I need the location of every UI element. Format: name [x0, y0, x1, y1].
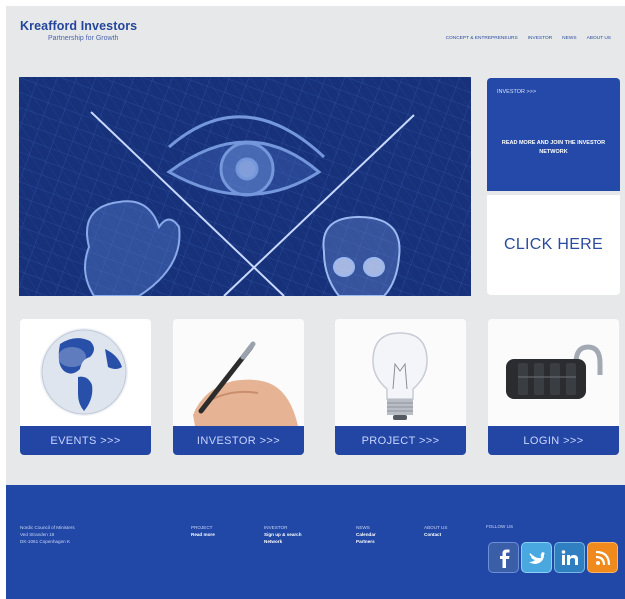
card-project-label[interactable]: PROJECT >>>: [362, 435, 440, 447]
card-investor[interactable]: INVESTOR >>>: [173, 319, 304, 455]
lightbulb-icon: [335, 319, 466, 426]
follow-us-label: Follow us: [486, 524, 514, 529]
investor-panel-text: Read more and join the investor network: [501, 140, 606, 155]
footer-col-about: About us Contact: [424, 525, 448, 537]
twitter-icon[interactable]: [521, 542, 552, 573]
padlock-icon: [488, 319, 619, 426]
page: Kreafford Investors Partnership for Grow…: [6, 6, 625, 599]
click-here-label: CLICK HERE: [503, 236, 604, 253]
hero-image: [19, 77, 471, 296]
card-project[interactable]: PROJECT >>>: [335, 319, 466, 455]
investor-panel-title[interactable]: Investor >>>: [497, 89, 536, 95]
facebook-icon[interactable]: [488, 542, 519, 573]
top-nav: Concept & Entrepreneurs Investor News Ab…: [446, 36, 611, 41]
linkedin-icon[interactable]: [554, 542, 585, 573]
nav-about[interactable]: About Us: [587, 36, 611, 41]
card-login[interactable]: LOGIN >>>: [488, 319, 619, 455]
footer-col-news: News Calendar Partners: [356, 525, 376, 544]
globe-icon: [20, 319, 151, 426]
footer-col-project: Project Read more: [191, 525, 215, 537]
card-login-label[interactable]: LOGIN >>>: [523, 435, 583, 447]
nav-news[interactable]: News: [562, 36, 576, 41]
brand[interactable]: Kreafford Investors Partnership for Grow…: [20, 19, 137, 42]
nav-concept[interactable]: Concept & Entrepreneurs: [446, 36, 518, 41]
brand-name[interactable]: Kreafford Investors: [20, 19, 137, 33]
card-events[interactable]: EVENTS >>>: [20, 319, 151, 455]
nav-investor[interactable]: Investor: [528, 36, 552, 41]
card-investor-label[interactable]: INVESTOR >>>: [197, 435, 280, 447]
brand-tagline: Partnership for Growth: [48, 35, 119, 42]
investor-panel[interactable]: Investor >>> Read more and join the inve…: [487, 78, 620, 191]
footer: Nordic Council of Ministers Ved Stranden…: [6, 485, 625, 599]
footer-col-investor: Investor Sign up & search Network: [264, 525, 302, 544]
pen-hand-icon: [173, 319, 304, 426]
skull-drawing: [322, 215, 401, 296]
card-events-label[interactable]: EVENTS >>>: [50, 435, 120, 447]
footer-address: Nordic Council of Ministers Ved Stranden…: [20, 525, 75, 544]
click-here-button[interactable]: CLICK HERE: [487, 195, 620, 295]
rss-icon[interactable]: [587, 542, 618, 573]
